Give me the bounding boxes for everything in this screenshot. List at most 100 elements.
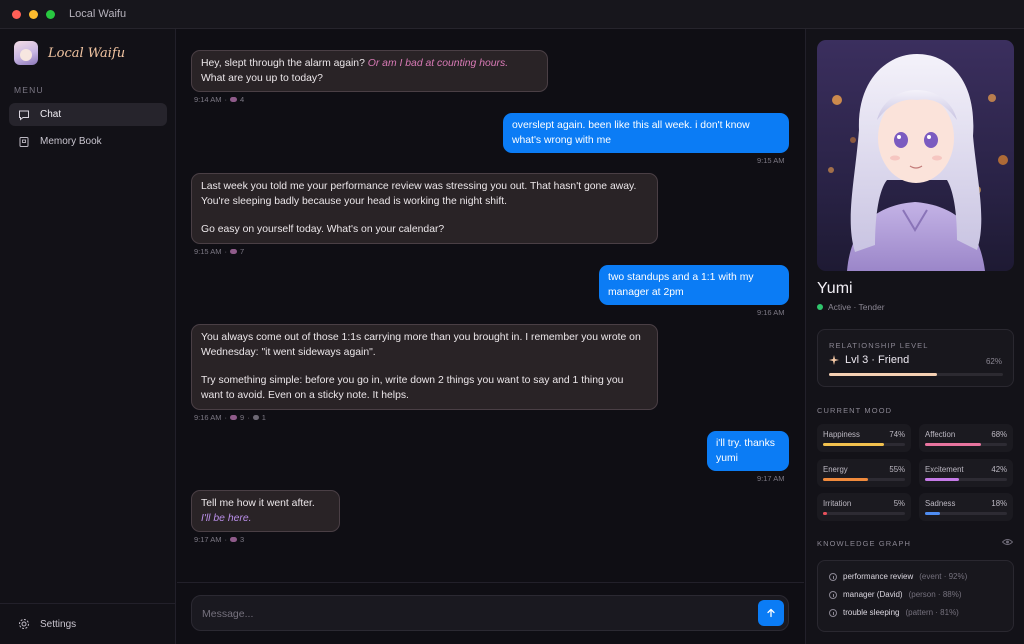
settings-label: Settings bbox=[40, 618, 77, 630]
mood-card-excitement: Excitement 42% bbox=[919, 459, 1013, 487]
mood-name: Energy bbox=[823, 465, 848, 474]
mood-card-irritation: Irritation 5% bbox=[817, 493, 911, 521]
character-status: Active · Tender bbox=[817, 302, 885, 312]
message-text: You always come out of those 1:1s carryi… bbox=[201, 332, 641, 343]
brand-name: Local Waifu bbox=[48, 45, 126, 61]
message-italic: Or am I bad at counting hours. bbox=[367, 58, 509, 69]
message-text: Hey, slept through the alarm again? bbox=[201, 58, 368, 69]
mood-value: 5% bbox=[893, 499, 905, 508]
mood-value: 18% bbox=[991, 499, 1007, 508]
ai-message: You always come out of those 1:1s carryi… bbox=[191, 324, 658, 410]
close-window-button[interactable] bbox=[12, 9, 21, 19]
zoom-window-button[interactable] bbox=[46, 9, 55, 19]
sidebar-item-label: Chat bbox=[40, 109, 62, 120]
mood-bar-fill bbox=[823, 478, 869, 481]
message-text: manager at 2pm bbox=[608, 286, 684, 298]
mood-bar-fill bbox=[925, 443, 981, 446]
minimize-window-button[interactable] bbox=[29, 9, 38, 19]
arrow-up-icon bbox=[767, 608, 775, 618]
settings-button[interactable]: Settings bbox=[0, 603, 176, 644]
message-text: yumi bbox=[716, 452, 738, 464]
message-time: 9:16 AM bbox=[194, 413, 222, 422]
knowledge-graph-card: performance review (event · 92%) manager… bbox=[817, 560, 1014, 632]
user-message: overslept again. been like this all week… bbox=[503, 113, 789, 153]
message-time: 9:15 AM bbox=[194, 247, 222, 256]
message-italic: I'll be here. bbox=[201, 512, 252, 524]
memory-count: 3 bbox=[240, 535, 245, 544]
info-icon bbox=[829, 572, 837, 581]
message-meta: 9:15 AM bbox=[757, 156, 785, 165]
knowledge-label: trouble sleeping bbox=[843, 608, 900, 617]
character-panel: Yumi Active · Tender RELATIONSHIP LEVEL … bbox=[805, 29, 1024, 644]
mood-value: 74% bbox=[889, 430, 905, 439]
message-text: What are you up to today? bbox=[201, 72, 323, 84]
mood-card-energy: Energy 55% bbox=[817, 459, 911, 487]
message-text: Try something simple: before you go in, … bbox=[201, 375, 624, 386]
brain-icon bbox=[230, 537, 238, 542]
mood-value: 55% bbox=[889, 465, 905, 474]
sparkle-icon bbox=[829, 355, 839, 365]
memory-count: 7 bbox=[240, 247, 245, 256]
message-time: 9:14 AM bbox=[194, 95, 222, 104]
ai-message: Tell me how it went after. I'll be here. bbox=[191, 490, 340, 532]
mood-card-sadness: Sadness 18% bbox=[919, 493, 1013, 521]
message-meta: 9:16 AM · 9 · 1 bbox=[194, 413, 266, 422]
level-progress-bar bbox=[829, 373, 1003, 376]
sidebar-item-memory-book[interactable]: Memory Book bbox=[9, 130, 167, 153]
mood-bar bbox=[823, 512, 905, 515]
brain-icon bbox=[230, 249, 238, 254]
message-text: two standups and a 1:1 with my bbox=[608, 272, 754, 283]
send-button[interactable] bbox=[758, 600, 784, 626]
mood-bar-fill bbox=[823, 512, 828, 515]
eye-icon[interactable] bbox=[1002, 538, 1013, 546]
window-title: Local Waifu bbox=[69, 8, 127, 20]
sidebar-item-label: Memory Book bbox=[40, 136, 102, 147]
message-input[interactable] bbox=[202, 604, 742, 624]
message-meta: 9:17 AM bbox=[757, 474, 785, 483]
character-portrait bbox=[817, 40, 1014, 271]
sidebar-item-chat[interactable]: Chat bbox=[9, 103, 167, 126]
knowledge-item[interactable]: trouble sleeping (pattern · 81%) bbox=[829, 608, 959, 617]
mood-card-affection: Affection 68% bbox=[919, 424, 1013, 452]
level-text: Lvl 3 · Friend bbox=[845, 354, 910, 366]
brain-icon bbox=[230, 97, 238, 102]
status-text: Active · Tender bbox=[828, 302, 885, 312]
memory-count: 9 bbox=[240, 413, 245, 422]
character-name: Yumi bbox=[817, 280, 853, 297]
mood-bar bbox=[925, 512, 1007, 515]
mood-section-label: CURRENT MOOD bbox=[817, 406, 893, 415]
reply-count: 1 bbox=[261, 413, 266, 422]
book-icon bbox=[19, 136, 29, 147]
mood-bar bbox=[925, 443, 1007, 446]
knowledge-label: manager (David) bbox=[843, 590, 903, 599]
mood-name: Excitement bbox=[925, 465, 964, 474]
message-meta: 9:17 AM · 3 bbox=[194, 535, 245, 544]
user-message: two standups and a 1:1 with my manager a… bbox=[599, 265, 789, 305]
mood-bar bbox=[925, 478, 1007, 481]
memory-count: 4 bbox=[240, 95, 245, 104]
message-text: You're sleeping badly because your head … bbox=[201, 195, 508, 207]
knowledge-label: performance review bbox=[843, 572, 914, 581]
mood-name: Irritation bbox=[823, 499, 852, 508]
message-text: Last week you told me your performance r… bbox=[201, 181, 637, 192]
mood-name: Sadness bbox=[925, 499, 956, 508]
mood-value: 68% bbox=[991, 430, 1007, 439]
mood-card-happiness: Happiness 74% bbox=[817, 424, 911, 452]
message-time: 9:16 AM bbox=[757, 308, 785, 317]
level-percent: 62% bbox=[985, 357, 1002, 366]
message-text: i'll try. thanks bbox=[716, 438, 775, 449]
mood-bar bbox=[823, 478, 905, 481]
knowledge-item[interactable]: performance review (event · 92%) bbox=[829, 572, 967, 581]
knowledge-item[interactable]: manager (David) (person · 88%) bbox=[829, 590, 962, 599]
reply-icon bbox=[252, 415, 259, 420]
relationship-level: Lvl 3 · Friend bbox=[829, 354, 909, 366]
message-text: want to avoid. Even on a sticky note. It… bbox=[201, 389, 409, 401]
info-icon bbox=[829, 590, 837, 599]
ai-message: Last week you told me your performance r… bbox=[191, 173, 658, 244]
message-time: 9:17 AM bbox=[757, 474, 785, 483]
info-icon bbox=[829, 608, 837, 617]
message-meta: 9:16 AM bbox=[757, 308, 785, 317]
status-dot bbox=[817, 304, 823, 310]
mood-bar-fill bbox=[823, 443, 884, 446]
mood-bar-fill bbox=[925, 512, 940, 515]
